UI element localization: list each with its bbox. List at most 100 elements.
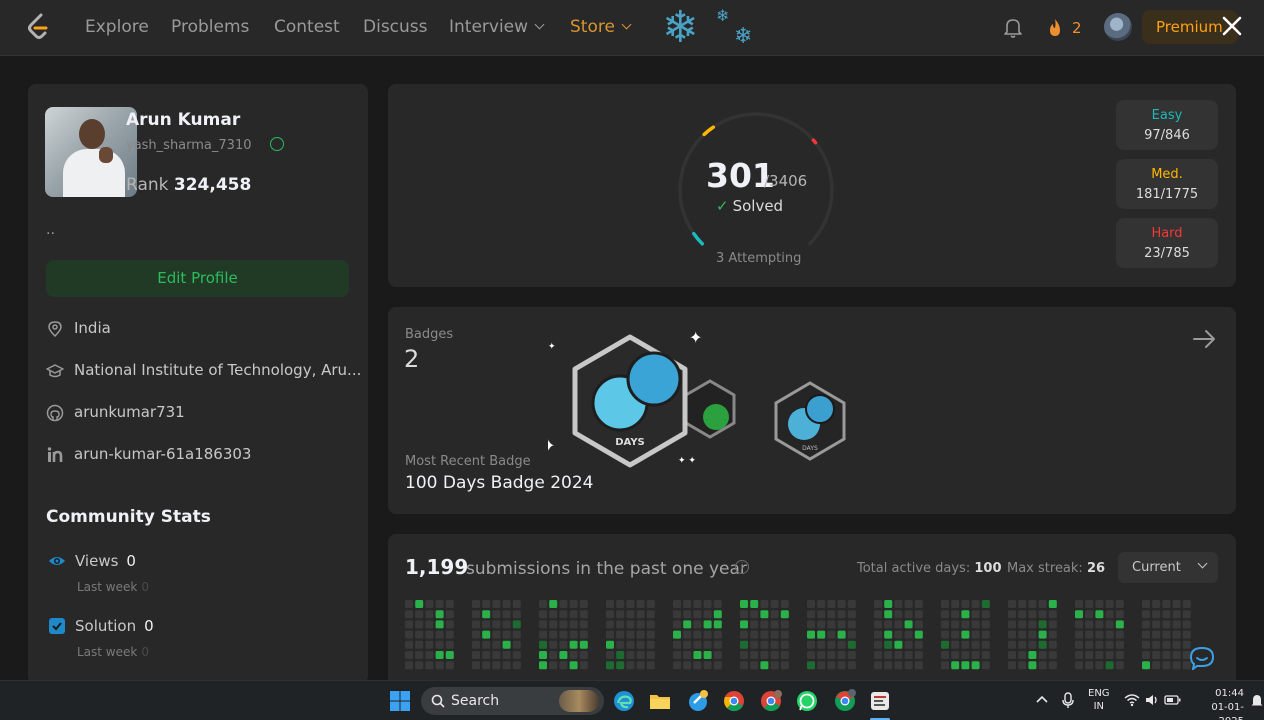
heatmap-cell[interactable]	[492, 651, 501, 659]
heatmap-cell[interactable]	[713, 620, 722, 629]
heatmap-cell[interactable]	[646, 661, 655, 670]
heatmap-cell[interactable]	[971, 640, 980, 649]
heatmap-cell[interactable]	[1018, 661, 1027, 670]
heatmap-cell[interactable]	[435, 651, 444, 659]
heatmap-cell[interactable]	[1018, 610, 1027, 619]
heatmap-cell[interactable]	[673, 620, 681, 629]
heatmap-cell[interactable]	[435, 661, 444, 670]
heatmap-cell[interactable]	[1172, 651, 1181, 659]
heatmap-cell[interactable]	[1095, 630, 1104, 639]
heatmap-cell[interactable]	[713, 651, 722, 659]
heatmap-cell[interactable]	[512, 661, 521, 670]
heatmap-cell[interactable]	[874, 640, 882, 649]
heatmap-cell[interactable]	[807, 661, 815, 670]
heatmap-cell[interactable]	[693, 661, 702, 670]
heatmap-cell[interactable]	[941, 600, 949, 608]
heatmap-cell[interactable]	[405, 600, 413, 608]
heatmap-cell[interactable]	[740, 640, 748, 649]
medium-box[interactable]: Med. 181/1775	[1116, 159, 1218, 209]
heatmap-cell[interactable]	[1075, 651, 1083, 659]
heatmap-cell[interactable]	[827, 620, 836, 629]
chrome-notification-icon[interactable]	[833, 689, 857, 713]
heatmap-cell[interactable]	[539, 610, 547, 619]
volume-icon[interactable]	[1144, 693, 1160, 707]
heatmap-cell[interactable]	[1105, 600, 1114, 608]
heatmap-cell[interactable]	[817, 640, 826, 649]
heatmap-cell[interactable]	[512, 620, 521, 629]
heatmap-cell[interactable]	[616, 610, 625, 619]
heatmap-cell[interactable]	[1142, 640, 1150, 649]
heatmap-cell[interactable]	[780, 600, 789, 608]
heatmap-cell[interactable]	[770, 640, 779, 649]
heatmap-cell[interactable]	[646, 600, 655, 608]
heatmap-cell[interactable]	[1018, 600, 1027, 608]
heatmap-cell[interactable]	[1105, 661, 1114, 670]
heatmap-cell[interactable]	[837, 610, 846, 619]
heatmap-cell[interactable]	[1085, 630, 1094, 639]
heatmap-cell[interactable]	[981, 620, 990, 629]
nav-discuss[interactable]: Discuss	[363, 17, 428, 37]
heatmap-cell[interactable]	[425, 640, 434, 649]
heatmap-cell[interactable]	[971, 630, 980, 639]
heatmap-cell[interactable]	[941, 651, 949, 659]
heatmap-cell[interactable]	[539, 651, 547, 659]
nav-store[interactable]: Store	[570, 17, 632, 37]
heatmap-cell[interactable]	[894, 630, 903, 639]
heatmap-cell[interactable]	[981, 651, 990, 659]
heatmap-cell[interactable]	[502, 630, 511, 639]
heatmap-cell[interactable]	[760, 651, 769, 659]
heatmap-cell[interactable]	[636, 640, 645, 649]
heatmap-cell[interactable]	[1142, 600, 1150, 608]
heatmap-cell[interactable]	[874, 620, 882, 629]
heatmap-cell[interactable]	[981, 640, 990, 649]
heatmap-cell[interactable]	[760, 620, 769, 629]
heatmap-cell[interactable]	[1008, 651, 1016, 659]
heatmap-cell[interactable]	[874, 600, 882, 608]
heatmap-cell[interactable]	[425, 630, 434, 639]
heatmap-cell[interactable]	[951, 661, 960, 670]
heatmap-cell[interactable]	[616, 600, 625, 608]
heatmap-cell[interactable]	[693, 610, 702, 619]
heatmap-cell[interactable]	[1075, 610, 1083, 619]
heatmap-cell[interactable]	[1095, 620, 1104, 629]
heatmap-cell[interactable]	[770, 661, 779, 670]
heatmap-cell[interactable]	[549, 610, 558, 619]
heatmap-cell[interactable]	[512, 640, 521, 649]
heatmap-cell[interactable]	[569, 610, 578, 619]
heatmap-cell[interactable]	[1152, 640, 1161, 649]
heatmap-cell[interactable]	[683, 630, 692, 639]
heatmap-cell[interactable]	[817, 651, 826, 659]
heatmap-cell[interactable]	[1028, 640, 1037, 649]
heatmap-cell[interactable]	[1018, 620, 1027, 629]
heatmap-cell[interactable]	[425, 610, 434, 619]
heatmap-cell[interactable]	[1048, 620, 1057, 629]
heatmap-cell[interactable]	[941, 630, 949, 639]
heatmap-cell[interactable]	[1115, 630, 1124, 639]
heatmap-cell[interactable]	[884, 661, 893, 670]
heatmap-cell[interactable]	[693, 620, 702, 629]
heatmap-cell[interactable]	[904, 610, 913, 619]
heatmap-cell[interactable]	[961, 661, 970, 670]
heatmap-cell[interactable]	[559, 620, 568, 629]
heatmap-cell[interactable]	[827, 640, 836, 649]
heatmap-cell[interactable]	[502, 640, 511, 649]
heatmap-cell[interactable]	[472, 600, 480, 608]
heatmap-cell[interactable]	[837, 630, 846, 639]
heatmap-cell[interactable]	[1038, 630, 1047, 639]
heatmap-cell[interactable]	[703, 651, 712, 659]
heatmap-cell[interactable]	[539, 600, 547, 608]
heatmap-cell[interactable]	[1152, 651, 1161, 659]
heatmap-cell[interactable]	[827, 610, 836, 619]
heatmap-cell[interactable]	[1028, 620, 1037, 629]
heatmap-cell[interactable]	[1115, 620, 1124, 629]
heatmap-cell[interactable]	[914, 630, 923, 639]
heatmap-cell[interactable]	[405, 620, 413, 629]
heatmap-cell[interactable]	[616, 661, 625, 670]
heatmap-cell[interactable]	[807, 651, 815, 659]
heatmap-cell[interactable]	[1028, 651, 1037, 659]
heatmap-cell[interactable]	[539, 630, 547, 639]
heatmap-cell[interactable]	[750, 661, 759, 670]
heatmap-cell[interactable]	[482, 610, 491, 619]
heatmap-cell[interactable]	[1028, 600, 1037, 608]
heatmap-cell[interactable]	[961, 630, 970, 639]
